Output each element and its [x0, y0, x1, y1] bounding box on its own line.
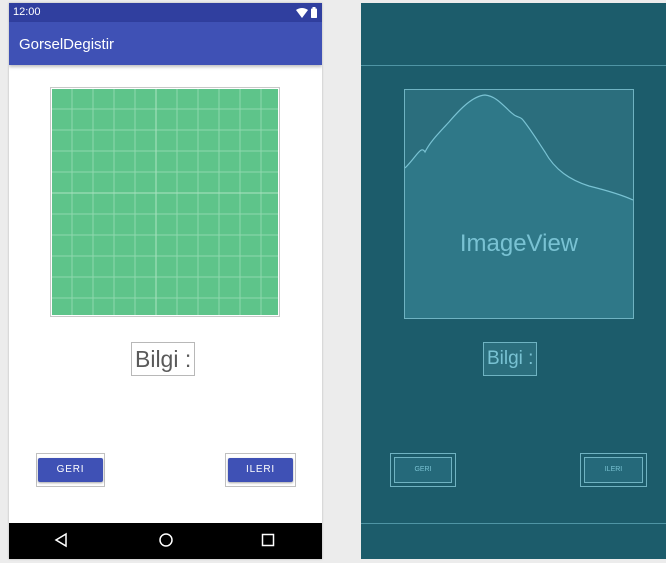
- blueprint-info-label[interactable]: Bilgi :: [483, 342, 538, 376]
- info-label: Bilgi :: [131, 342, 196, 376]
- app-title: GorselDegistir: [19, 36, 115, 53]
- wifi-icon: [296, 7, 308, 18]
- blueprint-next-button-label: ILERI: [584, 457, 643, 483]
- status-icons: [296, 6, 317, 19]
- blueprint-preview: ImageView Bilgi : GERI ILERI: [361, 3, 666, 559]
- navigation-bar: [9, 523, 322, 559]
- back-button-frame: GERI: [36, 453, 105, 487]
- blueprint-image-view[interactable]: ImageView: [404, 89, 634, 319]
- blueprint-back-button-label: GERI: [394, 457, 452, 483]
- app-bar: GorselDegistir: [9, 22, 322, 65]
- blueprint-app-bar-divider: [361, 65, 666, 66]
- next-button[interactable]: ILERI: [228, 458, 293, 482]
- back-button[interactable]: GERI: [38, 458, 103, 482]
- blueprint-nav-divider: [361, 523, 666, 524]
- recents-square-icon[interactable]: [261, 532, 275, 548]
- back-triangle-icon[interactable]: [54, 532, 68, 548]
- image-view: [50, 87, 280, 317]
- image-placeholder-grid: [52, 89, 278, 315]
- status-time: 12:00: [13, 6, 41, 18]
- battery-icon: [311, 7, 317, 18]
- blueprint-back-button[interactable]: GERI: [390, 453, 456, 487]
- status-bar: 12:00: [9, 3, 322, 22]
- next-button-frame: ILERI: [225, 453, 296, 487]
- design-preview: 12:00 GorselDegistir Bilgi: GERI ILERI: [9, 3, 322, 559]
- blueprint-next-button[interactable]: ILERI: [580, 453, 647, 487]
- home-circle-icon[interactable]: [158, 532, 174, 548]
- blueprint-image-label: ImageView: [459, 230, 579, 257]
- blueprint-image-curve: [405, 94, 633, 318]
